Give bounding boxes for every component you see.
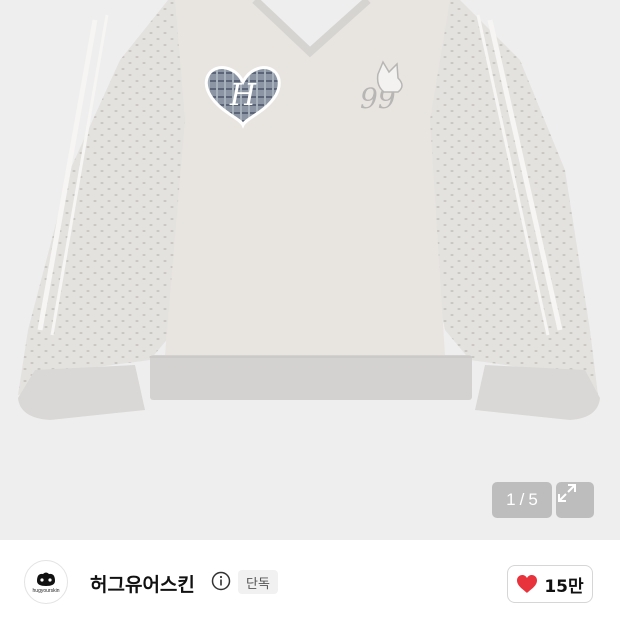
counter-separator: / [519,490,525,509]
brand-logo-mark-icon [37,572,55,586]
counter-total: 5 [528,490,538,509]
like-button[interactable]: 15만 [507,565,593,603]
heart-icon [517,575,538,593]
counter-current: 1 [506,490,516,509]
product-image[interactable]: H 99 1 / 5 [0,0,620,540]
info-icon[interactable] [211,571,231,595]
sweatshirt-image: H 99 [18,0,600,420]
exclusive-badge: 단독 [238,570,278,594]
svg-text:H: H [229,78,257,113]
image-counter: 1 / 5 [492,482,552,518]
like-count: 15만 [544,576,584,597]
brand-name[interactable]: 허그유어스킨 [90,570,195,597]
expand-button[interactable] [556,482,594,518]
brand-logo[interactable]: hugyourskin [24,560,68,604]
expand-arrows-icon [558,484,576,502]
brand-bar: hugyourskin 허그유어스킨 단독 15만 [0,540,620,620]
brand-logo-text: hugyourskin [32,587,60,594]
